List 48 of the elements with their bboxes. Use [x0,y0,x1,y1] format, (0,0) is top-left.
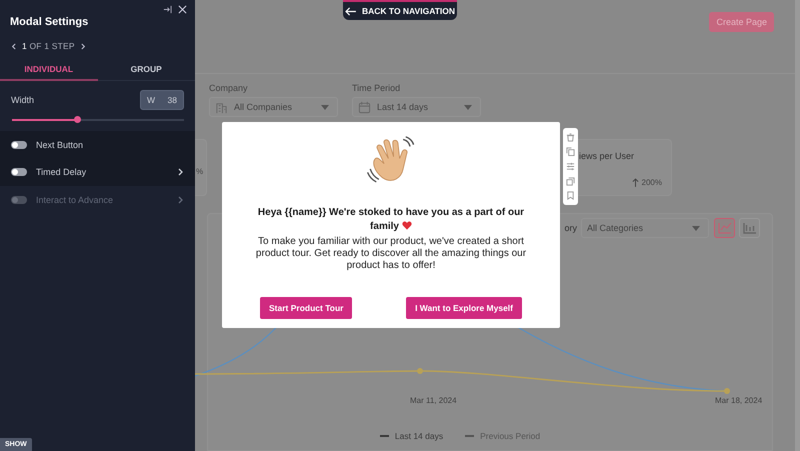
calendar-icon [358,100,371,114]
filter-label: Time Period [352,83,402,93]
card-title: iews per User [579,151,636,161]
trend-value: 200% [642,178,662,187]
bar-chart-button[interactable] [739,218,760,238]
close-icon[interactable] [178,5,187,14]
line-chart-icon [718,222,732,234]
bookmark-icon[interactable] [566,191,575,200]
legend-label: Last 14 days [394,431,444,441]
chevron-left-icon[interactable] [11,42,16,50]
modal-title: Heya {{name}} We're stoked to have you as a part of our family [256,206,526,234]
caret-icon [464,104,472,110]
toggle-switch[interactable] [11,168,27,176]
filter-dropdown[interactable]: All Companies [209,97,338,117]
width-label: Width [11,95,34,105]
caret-icon [321,104,329,110]
filter-label: Company [209,83,249,93]
category-dropdown[interactable]: All Categories [581,218,709,238]
pin-right-icon[interactable] [163,5,172,14]
copy-icon[interactable] [566,147,575,156]
toggle-label: Next Button [36,140,84,150]
filter-dropdown[interactable]: Last 14 days [352,97,481,117]
building-icon [215,100,228,114]
width-input[interactable]: W 38 [140,90,184,110]
tab[interactable]: GROUP [98,64,195,81]
bar-chart-icon [742,222,756,234]
explore-button[interactable]: I Want to Explore Myself [406,297,522,319]
arrow-up-icon [632,178,639,187]
arrow-left-icon [344,6,356,16]
tab[interactable]: INDIVIDUAL [0,64,98,81]
modal-message: To make you familiar with our product, we've created a short product tour. Get ready to discover all the amazing things our product has to offer! [254,236,528,272]
back-button[interactable]: BACK TO NAVIGATION [343,0,457,20]
chevron-right-icon[interactable] [80,42,86,50]
step-counter: 1 OF 1 STEP [22,41,75,51]
start-tour-button[interactable]: Start Product Tour [260,297,352,319]
trash-icon[interactable] [566,132,575,142]
axis-label: Mar 18, 2024 [715,396,762,405]
heart-icon [402,221,412,230]
trend-value: % [196,167,204,176]
filter-label: ory [564,223,577,233]
caret-icon [692,226,700,230]
toggle-label: Interact to Advance [36,194,114,205]
toggle-label: Timed Delay [36,167,88,178]
axis-label: Mar 11, 2024 [410,396,457,405]
sliders-icon[interactable] [566,162,575,171]
duplicate-icon[interactable] [566,176,575,186]
panel-title: Modal Settings [9,15,90,28]
toggle-switch[interactable] [11,140,27,149]
